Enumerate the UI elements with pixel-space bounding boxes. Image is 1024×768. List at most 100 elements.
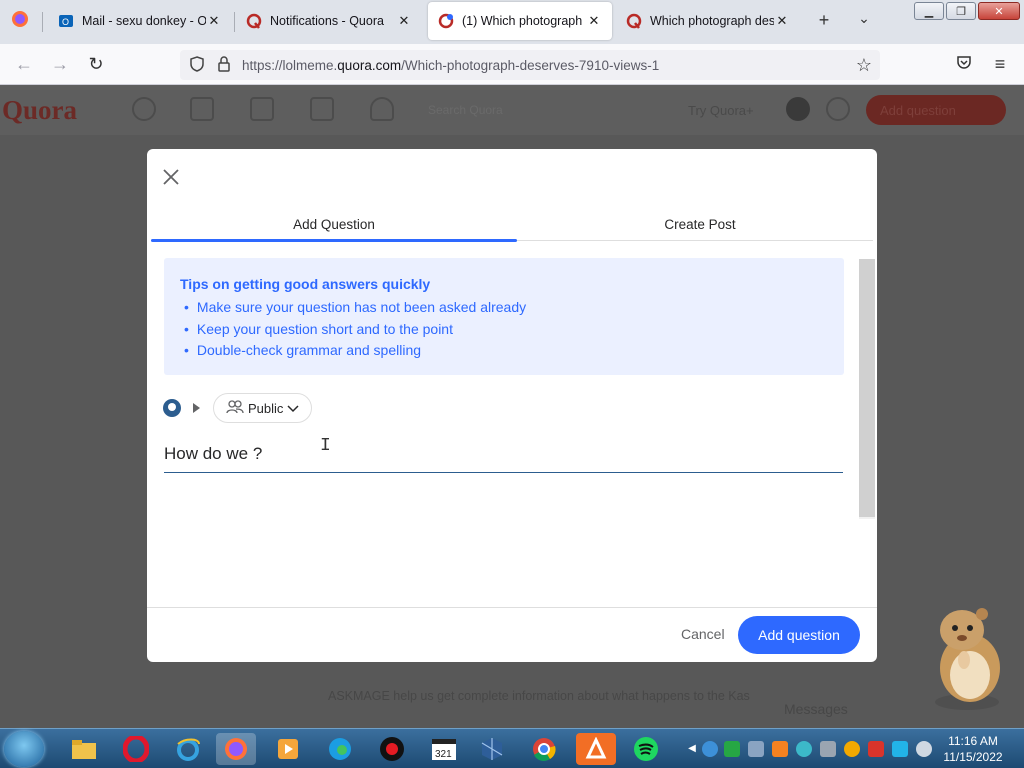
opera-icon[interactable] bbox=[116, 733, 156, 765]
tab-title: Which photograph deserv bbox=[650, 14, 774, 28]
close-icon[interactable]: ✕ bbox=[206, 13, 222, 29]
navigation-bar: ← → ↻ https://lolmeme.quora.com/Which-ph… bbox=[0, 44, 1024, 85]
firefox-icon[interactable] bbox=[8, 10, 32, 33]
try-quora-plus: Try Quora+ bbox=[688, 103, 754, 118]
start-button[interactable] bbox=[4, 731, 44, 767]
svg-text:321: 321 bbox=[435, 749, 452, 760]
tray-search-icon[interactable] bbox=[844, 741, 860, 757]
tips-title: Tips on getting good answers quickly bbox=[180, 276, 431, 292]
virtualbox-icon[interactable] bbox=[472, 733, 512, 765]
tray-display-icon[interactable] bbox=[892, 741, 908, 757]
globe-icon bbox=[826, 97, 850, 121]
volume-icon[interactable] bbox=[916, 741, 932, 757]
url-domain: quora.com bbox=[337, 57, 402, 73]
tab-create-post[interactable]: Create Post bbox=[517, 213, 883, 241]
audience-label: Public bbox=[248, 400, 284, 416]
quora-header: Quora Search Quora Try Quora+ Add questi… bbox=[0, 85, 1024, 135]
media-player-icon[interactable] bbox=[268, 733, 308, 765]
clock-time: 11:16 AM bbox=[948, 734, 998, 748]
quora-logo: Quora bbox=[2, 95, 78, 125]
chevron-down-icon[interactable]: ⌄ bbox=[852, 10, 876, 27]
minimize-icon[interactable]: ▁ bbox=[914, 2, 944, 20]
tray-expand-icon[interactable]: ◀ bbox=[684, 733, 700, 765]
quora-icon bbox=[626, 13, 642, 29]
tab-mail[interactable]: O Mail - sexu donkey - Outl ✕ bbox=[48, 2, 232, 40]
close-icon[interactable]: ✕ bbox=[396, 13, 412, 29]
messages-label: Messages bbox=[784, 701, 848, 717]
avast-icon[interactable] bbox=[576, 733, 616, 765]
window-close-icon[interactable]: ✕ bbox=[978, 2, 1020, 20]
people-icon bbox=[226, 399, 244, 417]
url-prefix: https://lolmeme. bbox=[242, 57, 338, 73]
clock[interactable]: 11:16 AM 11/15/2022 bbox=[938, 733, 1008, 765]
close-icon[interactable] bbox=[159, 165, 183, 189]
close-icon[interactable]: ✕ bbox=[586, 13, 602, 29]
background-text: ASKMAGE help us get complete information… bbox=[328, 689, 750, 703]
tab-which-photograph[interactable]: Which photograph deserv ✕ bbox=[616, 2, 800, 40]
scrollbar[interactable] bbox=[859, 259, 875, 519]
tray-app-icon[interactable] bbox=[796, 741, 812, 757]
file-explorer-icon[interactable] bbox=[64, 733, 104, 765]
svg-text:O: O bbox=[62, 17, 69, 27]
play-arrow-icon bbox=[193, 403, 200, 413]
add-question-modal: Add Question Create Post Tips on getting… bbox=[147, 149, 877, 662]
hamster-mascot-image bbox=[922, 600, 1012, 712]
lock-icon[interactable] bbox=[216, 55, 232, 78]
reload-icon[interactable]: ↻ bbox=[84, 54, 108, 75]
record-icon[interactable] bbox=[372, 733, 412, 765]
notifications-icon bbox=[370, 97, 394, 121]
question-input[interactable] bbox=[164, 435, 843, 473]
tab-title: (1) Which photograph de bbox=[462, 14, 586, 28]
pocket-icon[interactable] bbox=[952, 54, 976, 74]
audience-selector[interactable]: Public bbox=[213, 393, 313, 423]
tray-app-icon[interactable] bbox=[748, 741, 764, 757]
address-bar[interactable]: https://lolmeme.quora.com/Which-photogra… bbox=[180, 50, 880, 80]
spotify-icon[interactable] bbox=[626, 733, 666, 765]
text-cursor-icon: I bbox=[320, 436, 331, 456]
tab-title: Mail - sexu donkey - Outl bbox=[82, 14, 206, 28]
tray-app-icon[interactable] bbox=[820, 741, 836, 757]
back-icon[interactable]: ← bbox=[12, 54, 36, 75]
header-add-question-button: Add question bbox=[866, 95, 1006, 125]
browser-tab-strip: O Mail - sexu donkey - Outl ✕ Notificati… bbox=[0, 0, 1024, 44]
internet-explorer-icon[interactable] bbox=[168, 733, 208, 765]
edge-icon[interactable] bbox=[320, 733, 360, 765]
tips-list: Make sure your question has not been ask… bbox=[180, 297, 828, 362]
list-item: Make sure your question has not been ask… bbox=[180, 297, 828, 319]
shield-icon[interactable] bbox=[188, 55, 206, 78]
url-path: /Which-photograph-deserves-7910-views-1 bbox=[401, 57, 660, 73]
avatar bbox=[163, 399, 181, 417]
bookmark-star-icon[interactable]: ☆ bbox=[856, 55, 872, 76]
firefox-taskbar-icon[interactable] bbox=[216, 733, 256, 765]
following-icon bbox=[190, 97, 214, 121]
new-tab-icon[interactable]: + bbox=[812, 10, 836, 31]
tab-add-question[interactable]: Add Question bbox=[151, 213, 517, 242]
tab-notifications[interactable]: Notifications - Quora ✕ bbox=[236, 2, 422, 40]
search-input: Search Quora bbox=[428, 103, 503, 117]
audience-row: Public bbox=[163, 393, 313, 423]
tray-flag-icon[interactable] bbox=[868, 741, 884, 757]
tray-app-icon[interactable] bbox=[702, 741, 718, 757]
avatar bbox=[786, 97, 810, 121]
cancel-button[interactable]: Cancel bbox=[681, 626, 725, 642]
list-item: Keep your question short and to the poin… bbox=[180, 319, 828, 341]
forward-icon[interactable]: → bbox=[48, 54, 72, 75]
clapperboard-icon[interactable]: 321 bbox=[424, 733, 464, 765]
tray-avast-icon[interactable] bbox=[772, 741, 788, 757]
modal-footer: Cancel Add question bbox=[147, 607, 877, 662]
quora-loading-icon bbox=[438, 13, 454, 29]
windows-taskbar: 321 ◀ 11:16 AM 11/15/2022 bbox=[0, 728, 1024, 768]
menu-icon[interactable]: ≡ bbox=[988, 54, 1012, 75]
outlook-icon: O bbox=[58, 13, 74, 29]
clock-date: 11/15/2022 bbox=[943, 750, 1003, 764]
chrome-icon[interactable] bbox=[524, 733, 564, 765]
tray-app-icon[interactable] bbox=[724, 741, 740, 757]
tab-which-photograph-active[interactable]: (1) Which photograph de ✕ bbox=[428, 2, 612, 40]
close-icon[interactable]: ✕ bbox=[774, 13, 790, 29]
add-question-button[interactable]: Add question bbox=[738, 616, 860, 654]
restore-icon[interactable]: ❐ bbox=[946, 2, 976, 20]
home-icon bbox=[132, 97, 156, 121]
answer-icon bbox=[250, 97, 274, 121]
url-text: https://lolmeme.quora.com/Which-photogra… bbox=[242, 58, 659, 73]
quora-icon bbox=[246, 13, 262, 29]
